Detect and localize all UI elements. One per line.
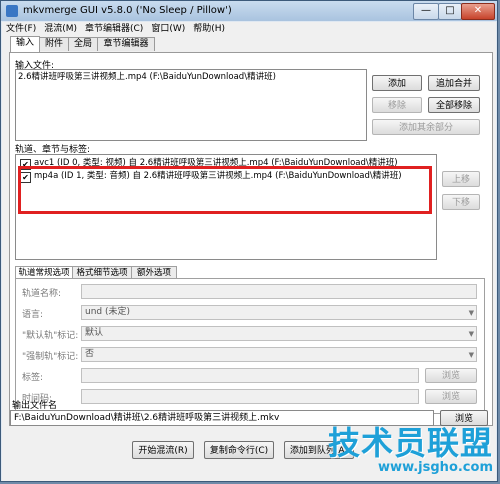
title-bar[interactable]: mkvmerge GUI v5.8.0 ('No Sleep / Pillow'… [1, 1, 497, 21]
highlight-box [18, 166, 432, 214]
timecodes-browse-button[interactable]: 浏览 [425, 389, 477, 404]
remove-all-button[interactable]: 全部移除 [428, 97, 480, 113]
add-file-button[interactable]: 添加 [372, 75, 422, 91]
timecodes-input[interactable] [81, 389, 419, 404]
menu-file[interactable]: 文件(F) [2, 22, 40, 36]
forced-flag-value: 否 [85, 349, 95, 359]
input-files-list[interactable]: 2.6精讲班呼吸第三讲视频上.mp4 (F:\BaiduYunDownload\… [15, 69, 367, 141]
track-options-area: 轨道常规选项 格式细节选项 额外选项 轨道名称: 语言: und (未定) ▼ "… [15, 266, 485, 414]
options-box: 轨道名称: 语言: und (未定) ▼ "默认轨"标记: 默认 ▼ "强制轨"标记… [15, 278, 485, 414]
main-area: 输入 附件 全局 章节编辑器 输入文件: 2.6精讲班呼吸第三讲视频上.mp4 … [2, 36, 496, 481]
output-browse-button[interactable]: 浏览 [440, 410, 488, 426]
output-filename-input[interactable]: F:\BaiduYunDownload\精讲班\2.6精讲班呼吸第三讲视频上.m… [10, 410, 434, 426]
chevron-down-icon: ▼ [468, 330, 474, 338]
track-name-input[interactable] [81, 284, 477, 299]
menu-chapter-editor[interactable]: 章节编辑器(C) [81, 22, 147, 36]
remove-file-button[interactable]: 移除 [372, 97, 422, 113]
tab-attachments[interactable]: 附件 [39, 37, 69, 51]
tags-label: 标签: [22, 373, 44, 383]
move-down-button[interactable]: 下移 [442, 194, 480, 210]
forced-flag-label: "强制轨"标记: [22, 352, 79, 362]
input-panel: 输入文件: 2.6精讲班呼吸第三讲视频上.mp4 (F:\BaiduYunDow… [9, 52, 493, 426]
input-file-item[interactable]: 2.6精讲班呼吸第三讲视频上.mp4 (F:\BaiduYunDownload\… [18, 71, 276, 84]
menu-bar: 文件(F) 混流(M) 章节编辑器(C) 窗口(W) 帮助(H) [2, 22, 496, 36]
track-name-label: 轨道名称: [22, 289, 62, 299]
tags-browse-button[interactable]: 浏览 [425, 368, 477, 383]
tab-chapter-editor[interactable]: 章节编辑器 [97, 37, 155, 51]
minimize-button[interactable]: — [413, 3, 439, 20]
menu-help[interactable]: 帮助(H) [189, 22, 229, 36]
default-flag-select[interactable]: 默认 ▼ [81, 326, 477, 341]
tags-input[interactable] [81, 368, 419, 383]
add-to-queue-button[interactable]: 添加到队列(A) [284, 441, 354, 459]
tab-global[interactable]: 全局 [68, 37, 98, 51]
append-file-button[interactable]: 追加合并 [428, 75, 480, 91]
add-other-parts-button[interactable]: 添加其余部分 [372, 119, 480, 135]
default-flag-label: "默认轨"标记: [22, 331, 79, 341]
chevron-down-icon: ▼ [468, 351, 474, 359]
window-title: mkvmerge GUI v5.8.0 ('No Sleep / Pillow'… [23, 5, 232, 16]
app-icon [6, 5, 18, 17]
language-select[interactable]: und (未定) ▼ [81, 305, 477, 320]
copy-command-button[interactable]: 复制命令行(C) [204, 441, 274, 459]
maximize-button[interactable]: □ [438, 3, 462, 20]
start-mux-button[interactable]: 开始混流(R) [132, 441, 194, 459]
tab-input[interactable]: 输入 [10, 36, 40, 52]
forced-flag-select[interactable]: 否 ▼ [81, 347, 477, 362]
move-up-button[interactable]: 上移 [442, 171, 480, 187]
chevron-down-icon: ▼ [468, 309, 474, 317]
language-value: und (未定) [85, 307, 131, 317]
close-button[interactable]: ✕ [461, 3, 495, 20]
app-window: mkvmerge GUI v5.8.0 ('No Sleep / Pillow'… [0, 0, 498, 482]
menu-mux[interactable]: 混流(M) [40, 22, 81, 36]
menu-window[interactable]: 窗口(W) [147, 22, 189, 36]
default-flag-value: 默认 [85, 328, 104, 338]
language-label: 语言: [22, 310, 44, 320]
